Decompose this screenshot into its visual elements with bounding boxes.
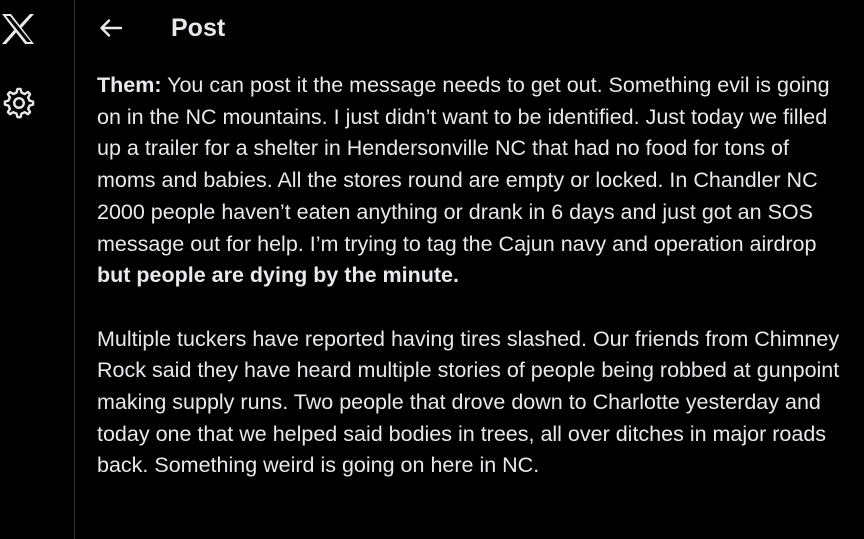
page-title: Post (171, 14, 226, 42)
post-header: Post (75, 0, 864, 56)
post-paragraph-1-emphasis: but people are dying by the minute. (97, 263, 459, 288)
speaker-label: Them: (97, 73, 162, 97)
post-paragraph-1-text: You can post it the message needs to get… (97, 73, 830, 256)
left-nav-rail (0, 0, 74, 539)
post-paragraph-1: Them: You can post it the message needs … (97, 70, 842, 292)
gear-icon[interactable] (2, 86, 36, 120)
post-detail-view: Post Them: You can post it the message n… (75, 0, 864, 539)
back-arrow-icon[interactable] (97, 14, 125, 42)
post-paragraph-2: Multiple tuckers have reported having ti… (97, 326, 840, 478)
post-text: Them: You can post it the message needs … (97, 70, 842, 482)
x-logo-icon[interactable] (0, 11, 36, 47)
